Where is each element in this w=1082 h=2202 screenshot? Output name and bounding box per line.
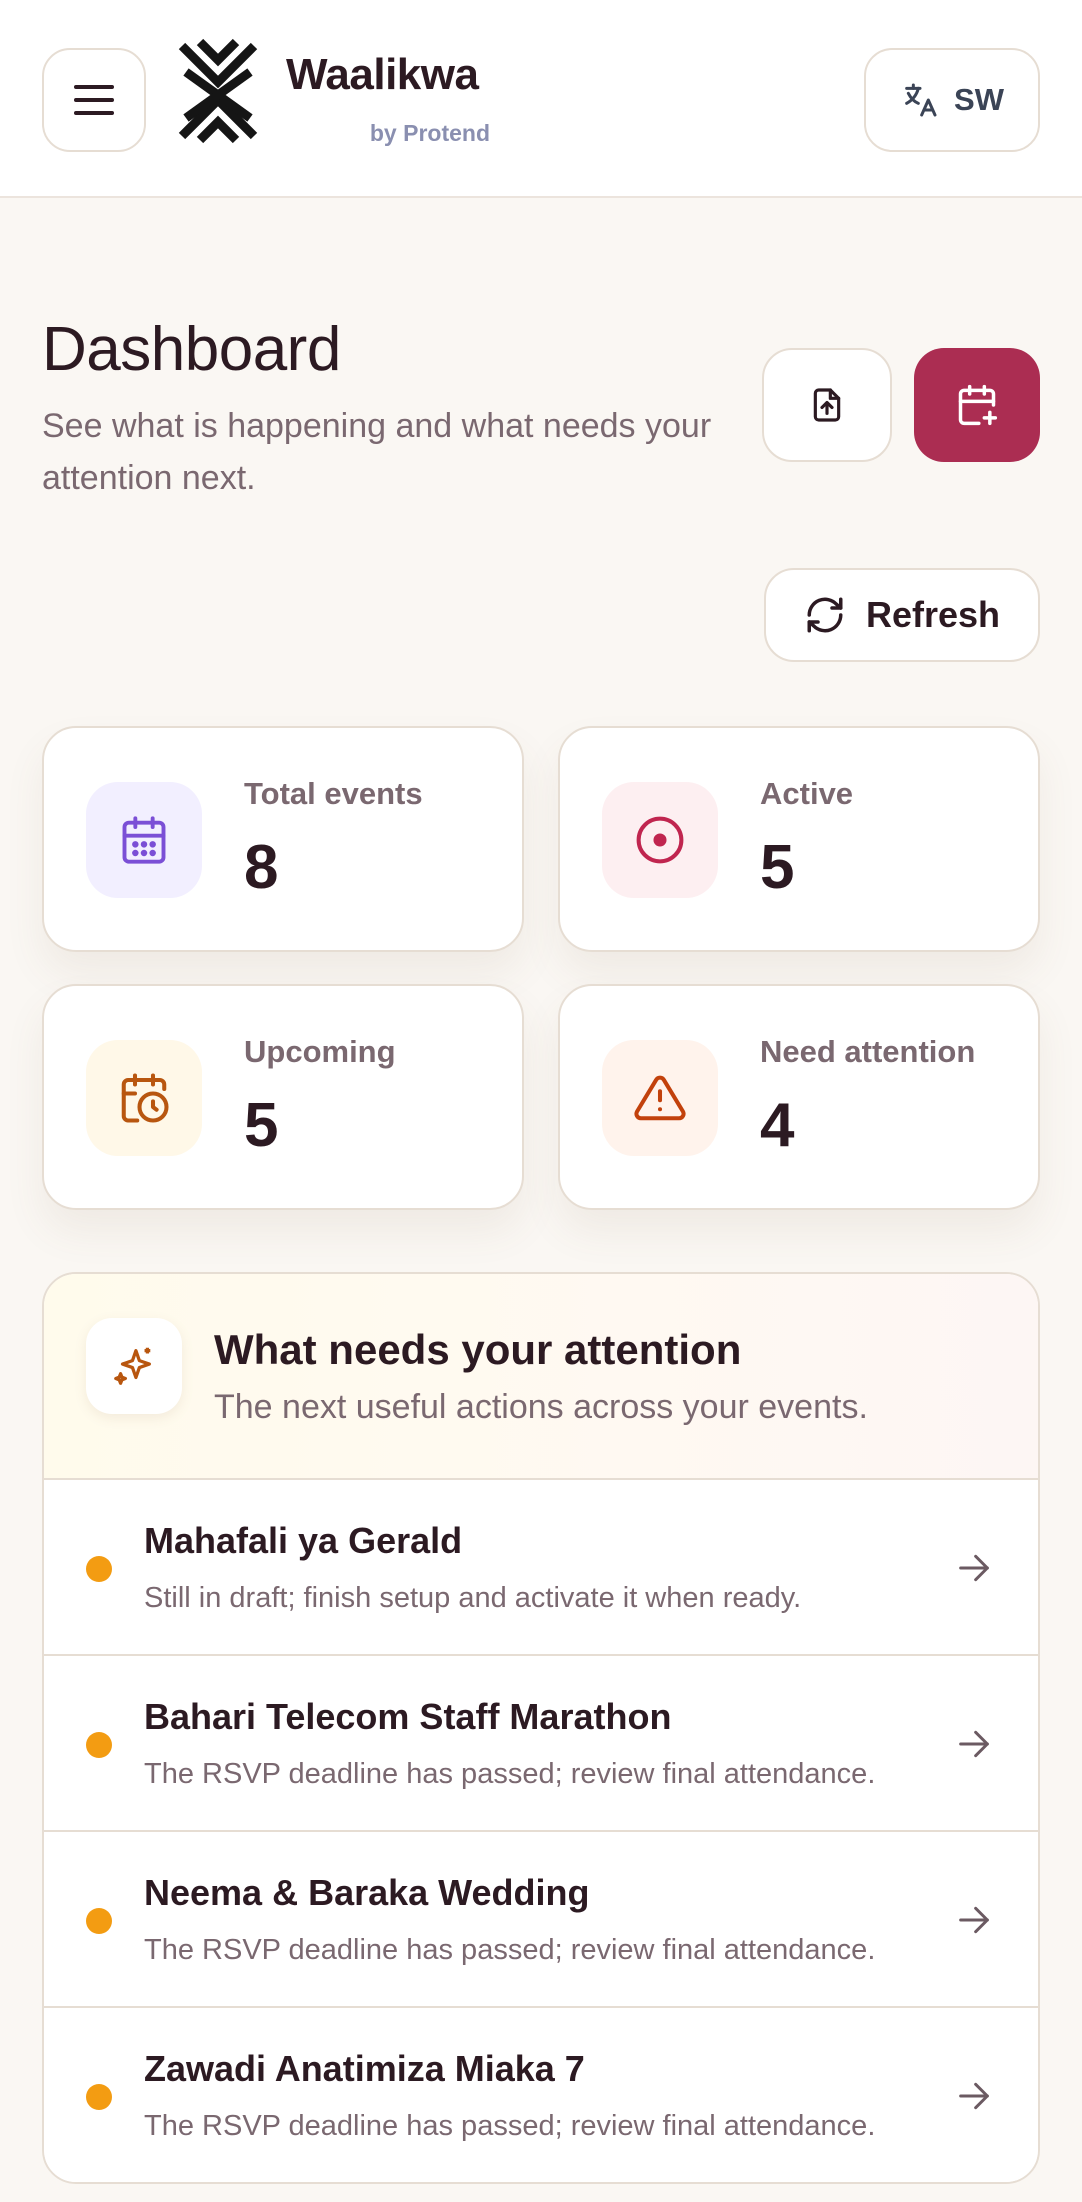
arrow-right-icon — [959, 1554, 989, 1582]
attention-item[interactable]: Bahari Telecom Staff Marathon The RSVP d… — [44, 1656, 1038, 1832]
sparkle-icon — [114, 1347, 151, 1385]
create-event-button[interactable] — [914, 348, 1040, 462]
stat-value: 5 — [760, 833, 795, 902]
attention-item[interactable]: Neema & Baraka Wedding The RSVP deadline… — [44, 1832, 1038, 2008]
menu-button[interactable] — [42, 48, 146, 152]
attention-item[interactable]: Zawadi Anatimiza Miaka 7 The RSVP deadli… — [44, 2008, 1038, 2182]
status-dot — [86, 2084, 112, 2110]
logo-icon — [178, 38, 258, 144]
language-button[interactable]: SW — [864, 48, 1040, 152]
warning-icon — [634, 1075, 686, 1121]
stat-card-upcoming[interactable]: Upcoming 5 — [42, 984, 524, 1210]
refresh-button[interactable]: Refresh — [764, 568, 1040, 662]
arrow-right-icon — [959, 1906, 989, 1934]
stat-card-active[interactable]: Active 5 — [558, 726, 1040, 952]
stat-label: Need attention — [760, 1034, 976, 1069]
attention-item-desc: The RSVP deadline has passed; review fin… — [144, 1758, 876, 1790]
attention-item-desc: The RSVP deadline has passed; review fin… — [144, 2110, 876, 2142]
language-label: SW — [954, 82, 1004, 117]
attention-panel: What needs your attention The next usefu… — [42, 1272, 1040, 2184]
stat-icon-box — [602, 1040, 718, 1156]
stat-label: Upcoming — [244, 1034, 396, 1069]
page-title: Dashboard — [42, 315, 341, 384]
attention-item-desc: Still in draft; finish setup and activat… — [144, 1582, 802, 1614]
attention-item-title: Bahari Telecom Staff Marathon — [144, 1696, 672, 1737]
brand-subtitle: by Protend — [369, 120, 490, 146]
stat-value: 8 — [244, 833, 279, 902]
hamburger-icon — [74, 85, 114, 115]
stat-card-total-events[interactable]: Total events 8 — [42, 726, 524, 952]
target-icon — [636, 816, 684, 864]
refresh-label: Refresh — [865, 594, 1001, 635]
attention-subtitle: The next useful actions across your even… — [214, 1388, 868, 1426]
stat-label: Total events — [244, 776, 423, 811]
status-dot — [86, 1556, 112, 1582]
refresh-icon — [807, 597, 843, 633]
stat-card-need-attention[interactable]: Need attention 4 — [558, 984, 1040, 1210]
page-subtitle: See what is happening and what needs you… — [42, 407, 712, 497]
status-dot — [86, 1908, 112, 1934]
attention-header: What needs your attention The next usefu… — [44, 1274, 1038, 1480]
stat-label: Active — [760, 776, 854, 811]
stat-value: 4 — [760, 1091, 795, 1160]
arrow-right-icon — [959, 1730, 989, 1758]
attention-item-desc: The RSVP deadline has passed; review fin… — [144, 1934, 876, 1966]
attention-item[interactable]: Mahafali ya Gerald Still in draft; finis… — [44, 1480, 1038, 1656]
calendar-icon — [122, 816, 166, 864]
app-header: Waalikwa by Protend SW — [0, 0, 1082, 198]
file-upload-icon — [813, 388, 841, 422]
sparkle-icon-box — [86, 1318, 182, 1414]
calendar-clock-icon — [121, 1073, 169, 1123]
import-button[interactable] — [762, 348, 892, 462]
stat-icon-box — [86, 1040, 202, 1156]
stat-icon-box — [602, 782, 718, 898]
attention-item-title: Neema & Baraka Wedding — [144, 1872, 590, 1913]
attention-title: What needs your attention — [214, 1326, 742, 1373]
attention-item-title: Zawadi Anatimiza Miaka 7 — [144, 2048, 585, 2089]
calendar-plus-icon — [958, 384, 998, 426]
stat-icon-box — [86, 782, 202, 898]
attention-item-title: Mahafali ya Gerald — [144, 1520, 463, 1561]
brand-name: Waalikwa — [286, 50, 479, 99]
translate-icon — [905, 83, 937, 117]
stat-value: 5 — [244, 1091, 279, 1160]
arrow-right-icon — [959, 2082, 989, 2110]
status-dot — [86, 1732, 112, 1758]
